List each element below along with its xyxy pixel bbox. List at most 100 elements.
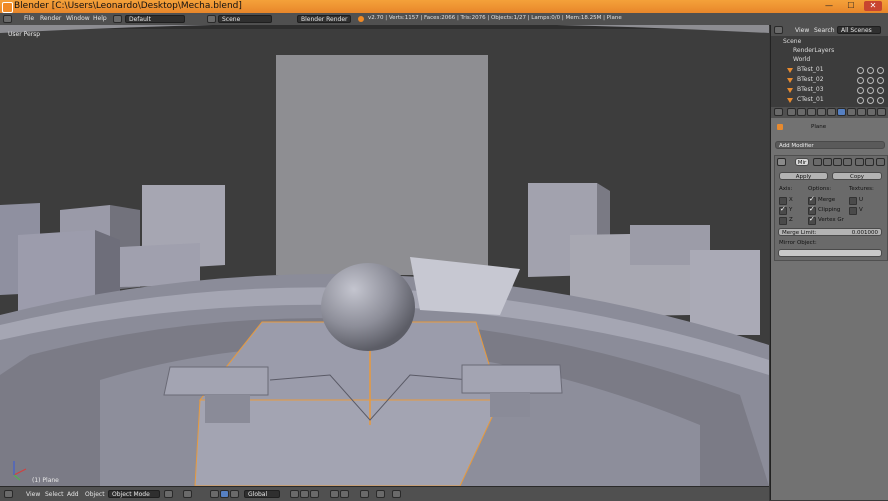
layer-button-1[interactable] — [290, 490, 299, 498]
select-arrow-icon[interactable] — [867, 97, 874, 104]
merge-checkbox[interactable] — [808, 195, 816, 205]
screen-layout-icon[interactable] — [113, 15, 122, 23]
render-camera-icon[interactable] — [877, 67, 884, 74]
mode-select[interactable]: Object Mode — [108, 490, 160, 498]
3d-view-header: View Select Add Object Object Mode Globa… — [0, 486, 769, 501]
move-down-icon[interactable] — [865, 158, 874, 166]
texture-tab-icon[interactable] — [867, 108, 876, 116]
layer-button-5[interactable] — [340, 490, 349, 498]
axis-x-label: X — [789, 197, 793, 203]
menu-select[interactable]: Select — [45, 491, 64, 498]
scene-icon[interactable] — [207, 15, 216, 23]
layer-button-3[interactable] — [310, 490, 319, 498]
menu-help[interactable]: Help — [93, 15, 107, 22]
clipping-checkbox[interactable] — [808, 205, 816, 215]
scene-stats: v2.70 | Verts:1157 | Faces:2066 | Tris:2… — [368, 15, 622, 21]
object-tab-icon[interactable] — [817, 108, 826, 116]
apply-button[interactable]: Apply — [779, 172, 828, 180]
copy-button[interactable]: Copy — [832, 172, 882, 180]
render-camera-icon[interactable] — [877, 87, 884, 94]
axis-y-checkbox[interactable] — [779, 205, 787, 215]
move-up-icon[interactable] — [855, 158, 864, 166]
scene-tab-icon[interactable] — [797, 108, 806, 116]
shading-icon[interactable] — [164, 490, 173, 498]
visibility-eye-icon[interactable] — [857, 87, 864, 94]
outliner-header: View Search All Scenes — [771, 25, 888, 36]
outliner-row-ctest01[interactable]: CTest_01 — [771, 95, 888, 105]
layer-button-4[interactable] — [330, 490, 339, 498]
close-button[interactable]: ✕ — [864, 1, 882, 11]
editor-type-icon[interactable] — [4, 490, 13, 498]
visibility-eye-icon[interactable] — [857, 97, 864, 104]
render-engine-select[interactable]: Blender Render — [297, 15, 351, 23]
cage-toggle-icon[interactable] — [843, 158, 852, 166]
editor-type-icon[interactable] — [774, 108, 783, 116]
3d-viewport[interactable]: User Persp (1) Plane — [0, 25, 769, 486]
material-tab-icon[interactable] — [857, 108, 866, 116]
select-arrow-icon[interactable] — [867, 87, 874, 94]
view-perspective-label: User Persp — [8, 31, 41, 38]
constraints-tab-icon[interactable] — [827, 108, 836, 116]
modifiers-tab-icon[interactable] — [837, 108, 846, 116]
editor-type-icon[interactable] — [774, 26, 783, 34]
merge-limit-field[interactable]: Merge Limit: 0.001000 — [778, 228, 882, 236]
menu-view[interactable]: View — [26, 491, 40, 498]
maximize-button[interactable]: ☐ — [842, 1, 860, 11]
editor-type-icon[interactable] — [3, 15, 12, 23]
menu-render[interactable]: Render — [40, 15, 61, 22]
axis-z-checkbox[interactable] — [779, 217, 787, 225]
outliner-tab-view[interactable]: View — [795, 27, 809, 34]
modifier-name-field[interactable]: Mir — [795, 158, 809, 166]
snap-icon[interactable] — [376, 490, 385, 498]
row-label: BTest_02 — [797, 76, 824, 83]
menu-add[interactable]: Add — [67, 491, 79, 498]
menu-object[interactable]: Object — [85, 491, 105, 498]
viewport-toggle-icon[interactable] — [823, 158, 832, 166]
screen-layout-select[interactable]: Default — [125, 15, 185, 23]
lock-icon[interactable] — [360, 490, 369, 498]
render-tab-icon[interactable] — [787, 108, 796, 116]
minimize-button[interactable]: — — [820, 1, 838, 11]
vertex-groups-checkbox[interactable] — [808, 215, 816, 225]
visibility-eye-icon[interactable] — [857, 67, 864, 74]
scene-geometry[interactable] — [0, 25, 769, 486]
render-preview-icon[interactable] — [392, 490, 401, 498]
manipulator-icon[interactable] — [210, 490, 219, 498]
axis-x-checkbox[interactable] — [779, 197, 787, 205]
render-camera-icon[interactable] — [877, 77, 884, 84]
world-tab-icon[interactable] — [807, 108, 816, 116]
translate-icon[interactable] — [220, 490, 229, 498]
outliner-row-btest02[interactable]: BTest_02 — [771, 75, 888, 85]
head-sphere — [321, 263, 415, 351]
pivot-icon[interactable] — [183, 490, 192, 498]
menu-window[interactable]: Window — [66, 15, 90, 22]
remove-modifier-icon[interactable] — [876, 158, 885, 166]
scene-select[interactable]: Scene — [218, 15, 272, 23]
rotate-icon[interactable] — [230, 490, 239, 498]
outliner-row-btest01[interactable]: BTest_01 — [771, 65, 888, 75]
add-modifier-select[interactable]: Add Modifier — [775, 141, 885, 149]
orientation-select[interactable]: Global — [244, 490, 280, 498]
mesh-icon — [787, 98, 793, 103]
mirror-object-field[interactable] — [778, 249, 882, 257]
outliner-row-btest03[interactable]: BTest_03 — [771, 85, 888, 95]
render-toggle-icon[interactable] — [813, 158, 822, 166]
outliner-display-select[interactable]: All Scenes — [837, 26, 881, 34]
outliner-tab-search[interactable]: Search — [814, 27, 835, 34]
window-title-bar: Blender [C:\Users\Leonardo\Desktop\Mecha… — [0, 0, 888, 13]
physics-tab-icon[interactable] — [877, 108, 886, 116]
select-arrow-icon[interactable] — [867, 77, 874, 84]
axis-z-label: Z — [789, 217, 793, 223]
render-camera-icon[interactable] — [877, 97, 884, 104]
texture-u-checkbox[interactable] — [849, 197, 857, 205]
visibility-eye-icon[interactable] — [857, 77, 864, 84]
texture-v-checkbox[interactable] — [849, 207, 857, 215]
menu-file[interactable]: File — [24, 15, 34, 22]
editmode-toggle-icon[interactable] — [833, 158, 842, 166]
select-arrow-icon[interactable] — [867, 67, 874, 74]
layer-button-2[interactable] — [300, 490, 309, 498]
outliner-row-world[interactable]: World — [771, 55, 888, 65]
data-tab-icon[interactable] — [847, 108, 856, 116]
mesh-icon — [787, 88, 793, 93]
blender-app-icon — [2, 2, 13, 13]
